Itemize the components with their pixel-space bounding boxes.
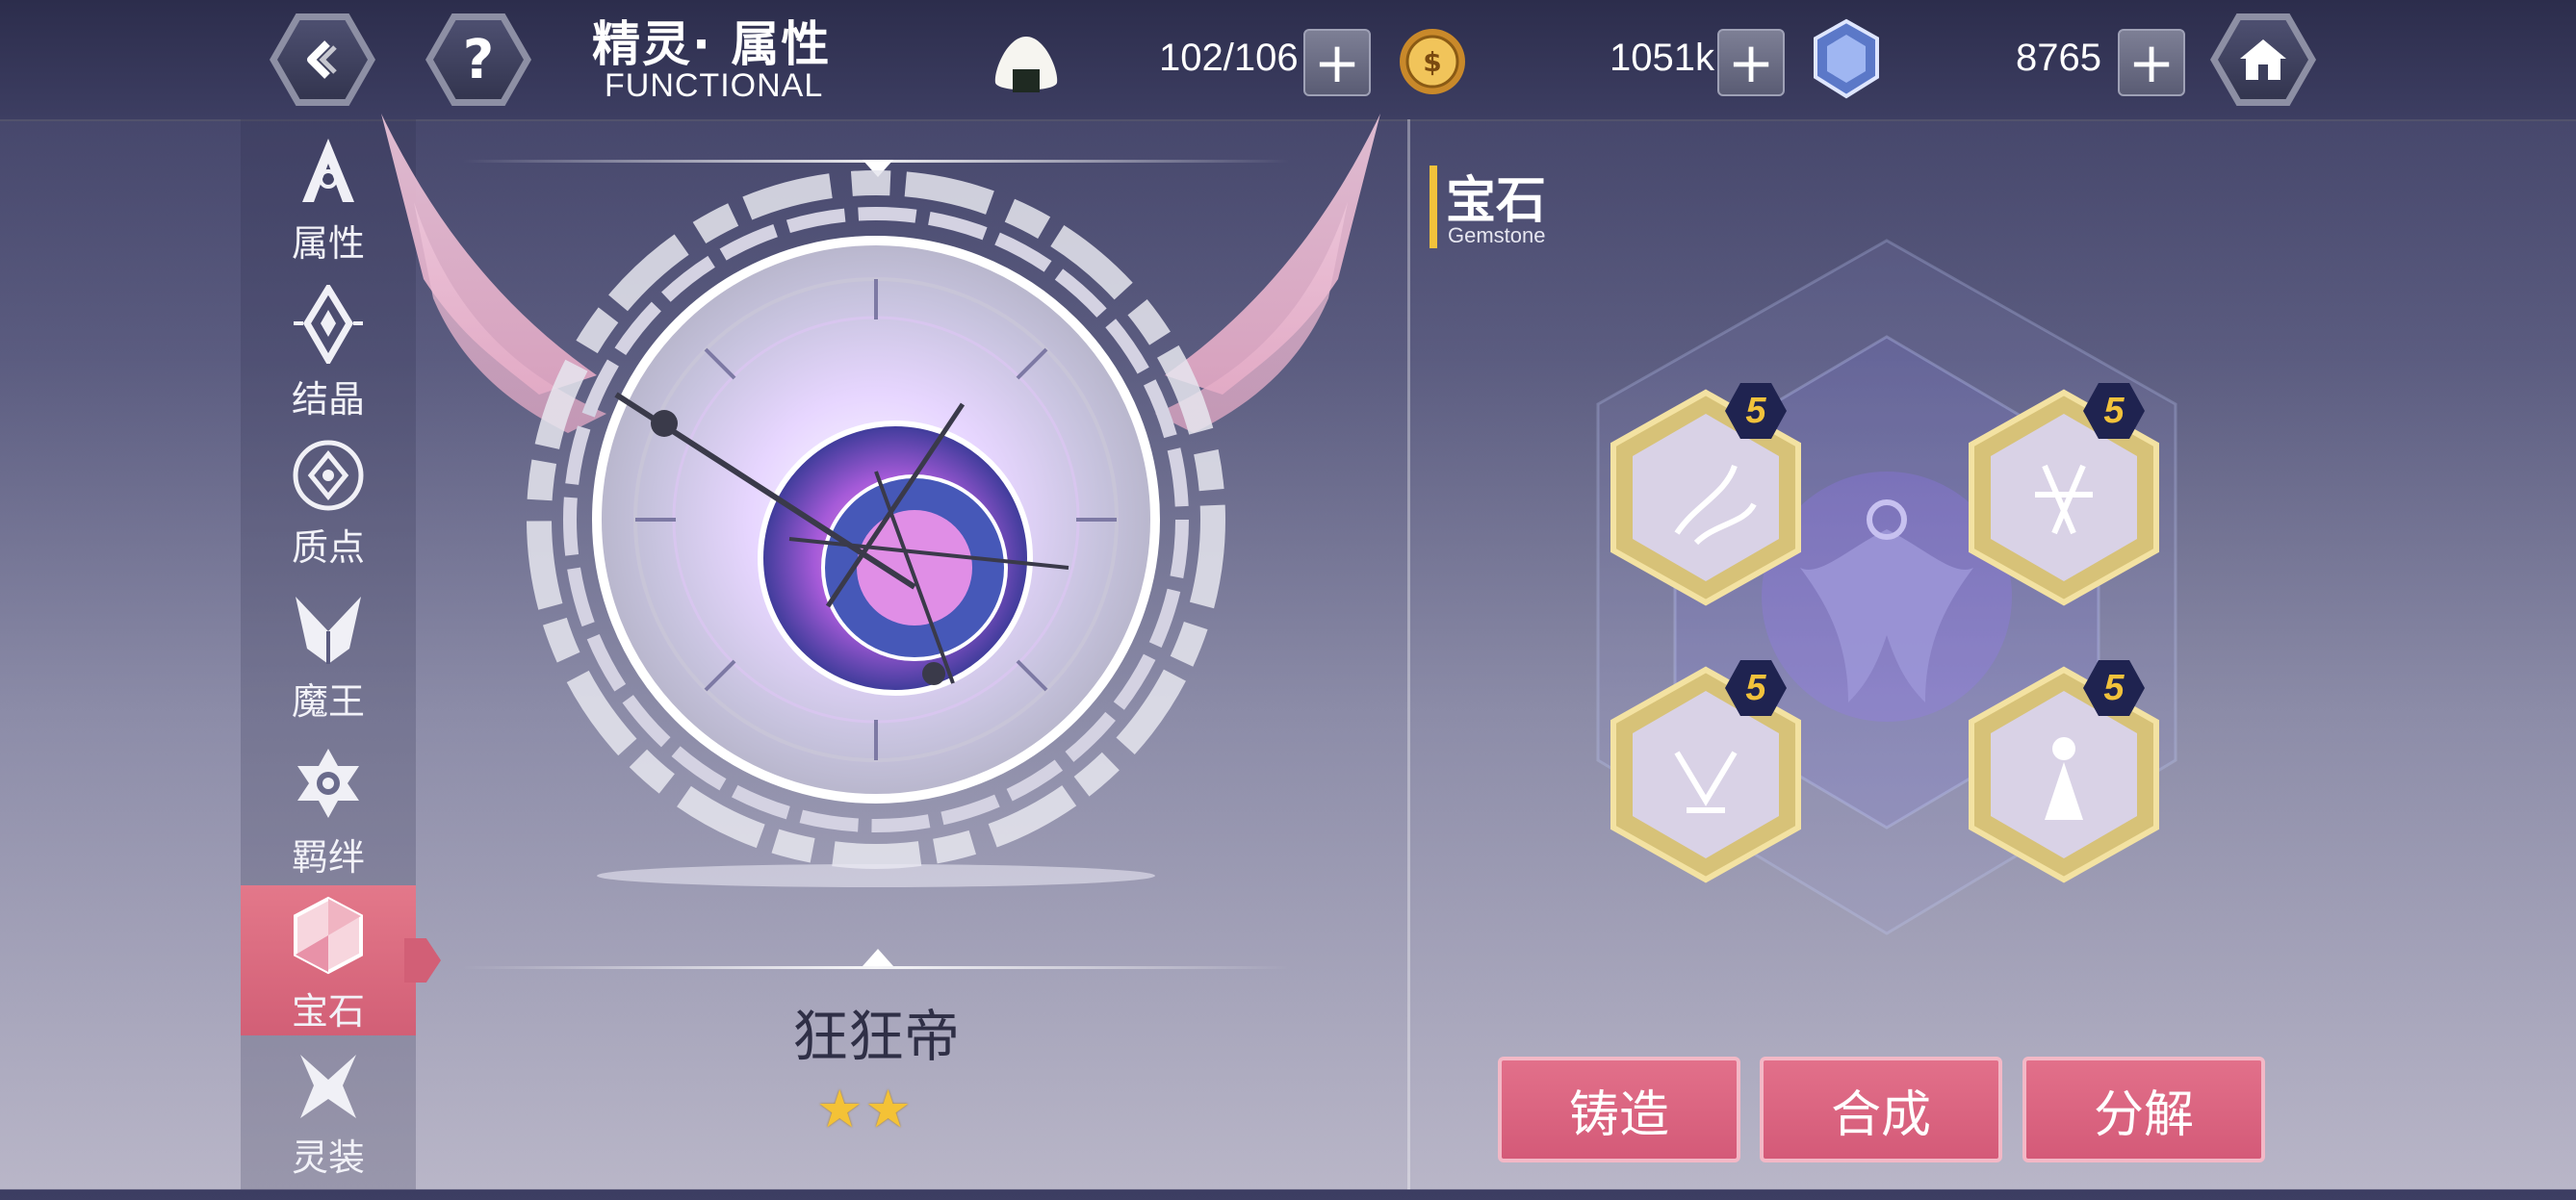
crystal-icon xyxy=(1814,18,1879,99)
sephira-icon xyxy=(293,440,364,511)
character-name: 狂狂帝 xyxy=(791,1004,960,1069)
home-icon xyxy=(2240,39,2286,80)
section-subtitle: Gemstone xyxy=(1448,223,1546,247)
bond-flower-icon xyxy=(297,749,359,818)
svg-text:$: $ xyxy=(1423,46,1441,78)
attribute-a-icon xyxy=(302,139,354,202)
gem-slot-3[interactable]: 5 xyxy=(1610,660,1802,883)
crystal-diamond-icon xyxy=(294,285,363,364)
rice-ball-icon xyxy=(994,37,1058,92)
gem-slot-1[interactable]: 5 xyxy=(1610,383,1802,606)
nav-item-gemstone[interactable]: 宝石 xyxy=(241,885,416,1035)
help-button[interactable]: ? xyxy=(425,13,531,106)
decompose-button[interactable]: 分解 xyxy=(2022,1057,2265,1162)
demon-king-icon xyxy=(296,597,361,664)
page-subtitle: FUNCTIONAL xyxy=(605,67,824,104)
clock-spirit-artwork xyxy=(381,114,1380,887)
forge-button[interactable]: 铸造 xyxy=(1498,1057,1740,1162)
gemstone-icon xyxy=(294,896,363,975)
nav-label: 结晶 xyxy=(291,378,365,421)
add-crystal-button[interactable]: + xyxy=(2118,29,2185,96)
up-triangle-icon xyxy=(863,949,893,966)
add-gold-button[interactable]: + xyxy=(1717,29,1785,96)
gem-slot-2[interactable]: 5 xyxy=(1968,383,2160,606)
star-icon: ★ xyxy=(816,1079,863,1139)
panel-divider xyxy=(1407,119,1410,1189)
gem-slot-4[interactable]: 5 xyxy=(1968,660,2160,883)
gold-coin-icon: $ xyxy=(1400,29,1465,94)
nav-label: 质点 xyxy=(291,526,365,569)
active-indicator-arrow-icon xyxy=(404,938,441,983)
nav-label: 羁绊 xyxy=(291,836,365,879)
nav-label: 魔王 xyxy=(291,680,365,723)
back-arrow-icon xyxy=(307,40,337,79)
star-rating: ★ ★ xyxy=(816,1084,912,1136)
gold-value: 1051k xyxy=(1610,37,1714,79)
page-title: 精灵· 属性 xyxy=(592,16,832,72)
stamina-value: 102/106 xyxy=(1159,37,1299,79)
back-button[interactable] xyxy=(270,13,375,106)
section-accent-bar xyxy=(1430,166,1437,248)
synthesize-button[interactable]: 合成 xyxy=(1760,1057,2002,1162)
section-title: 宝石 xyxy=(1446,172,1547,230)
nav-label: 属性 xyxy=(291,222,365,265)
nav-label: 灵装 xyxy=(291,1136,365,1179)
question-icon: ? xyxy=(462,28,495,91)
plus-icon: + xyxy=(1313,30,1361,95)
add-stamina-button[interactable]: + xyxy=(1303,29,1371,96)
nav-item-astral-dress[interactable]: 灵装 xyxy=(241,1051,416,1200)
star-icon: ★ xyxy=(864,1079,912,1139)
crystal-value: 8765 xyxy=(2016,37,2101,79)
plus-icon: + xyxy=(1727,30,1775,95)
nav-label: 宝石 xyxy=(291,990,365,1033)
home-button[interactable] xyxy=(2210,13,2316,106)
plus-icon: + xyxy=(2127,30,2176,95)
astral-dress-icon xyxy=(300,1055,356,1118)
top-bar: ? 精灵· 属性 FUNCTIONAL 102/106 + $ 1051k + … xyxy=(0,0,2576,121)
